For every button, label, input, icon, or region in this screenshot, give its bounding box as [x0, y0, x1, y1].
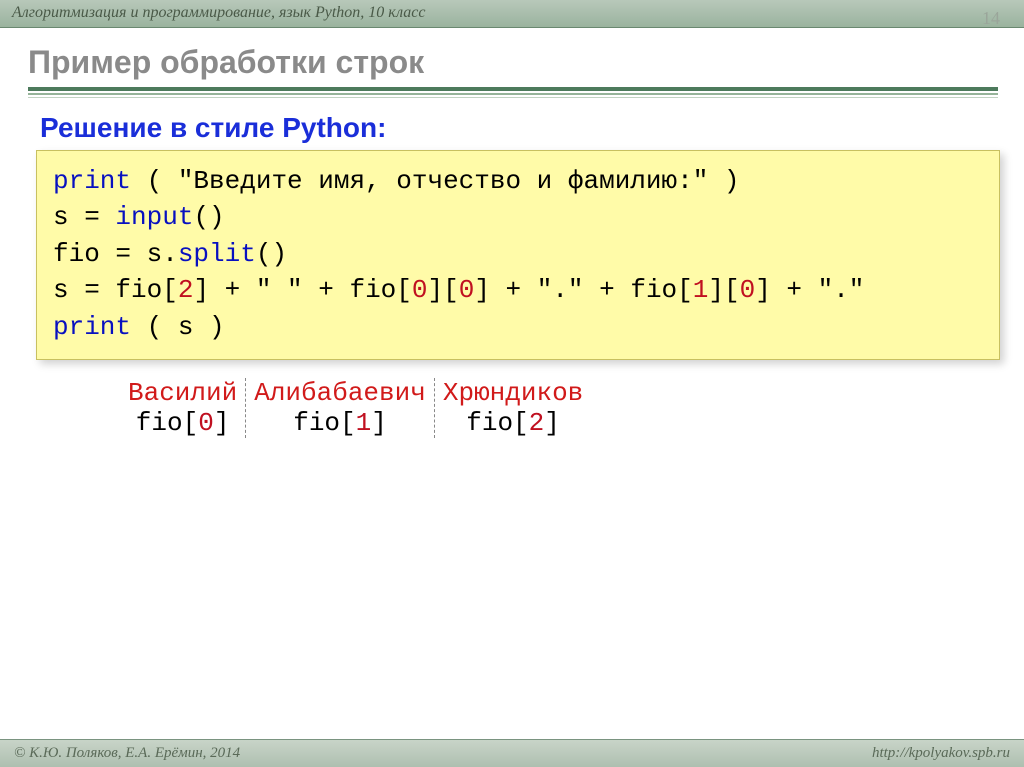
footer-copyright: © К.Ю. Поляков, Е.А. Ерёмин, 2014 — [14, 745, 240, 762]
slide-title: Пример обработки строк — [28, 44, 996, 81]
code-text: ][ — [427, 275, 458, 305]
example-index: fio[1] — [293, 408, 387, 438]
example-index: fio[2] — [466, 408, 560, 438]
example-col: Василий fio[0] — [120, 378, 246, 438]
code-text: ] + "." + fio[ — [474, 275, 692, 305]
num-literal: 1 — [693, 275, 709, 305]
page-number: 14 — [982, 8, 1000, 29]
example-name: Хрюндиков — [443, 378, 583, 408]
footer: © К.Ю. Поляков, Е.А. Ерёмин, 2014 http:/… — [0, 739, 1024, 767]
code-text: ][ — [708, 275, 739, 305]
example-col: Алибабаевич fio[1] — [246, 378, 435, 438]
code-text: fio = s. — [53, 239, 178, 269]
example-col: Хрюндиков fio[2] — [435, 378, 591, 438]
code-text: ] + " " + fio[ — [193, 275, 411, 305]
code-text: () — [193, 202, 224, 232]
kw-input: input — [115, 202, 193, 232]
course-title: Алгоритмизация и программирование, язык … — [12, 4, 425, 21]
code-text: ( s ) — [131, 312, 225, 342]
subtitle: Решение в стиле Python: — [40, 112, 1024, 144]
code-block: print ( "Введите имя, отчество и фамилию… — [36, 150, 1000, 360]
code-text: ] + "." — [755, 275, 864, 305]
num-literal: 0 — [459, 275, 475, 305]
example-name: Василий — [128, 378, 237, 408]
num-literal: 2 — [178, 275, 194, 305]
code-text: () — [256, 239, 287, 269]
course-header: Алгоритмизация и программирование, язык … — [0, 0, 1024, 28]
kw-split: split — [178, 239, 256, 269]
example-index: fio[0] — [136, 408, 230, 438]
kw-print: print — [53, 166, 131, 196]
kw-print: print — [53, 312, 131, 342]
example-name: Алибабаевич — [254, 378, 426, 408]
code-text: s = — [53, 202, 115, 232]
code-text: s = fio[ — [53, 275, 178, 305]
code-text: ( "Введите имя, отчество и фамилию:" ) — [131, 166, 740, 196]
num-literal: 0 — [412, 275, 428, 305]
footer-url: http://kpolyakov.spb.ru — [872, 745, 1010, 762]
example-row: Василий fio[0] Алибабаевич fio[1] Хрюнди… — [0, 378, 1024, 438]
title-divider — [28, 87, 998, 98]
num-literal: 0 — [740, 275, 756, 305]
